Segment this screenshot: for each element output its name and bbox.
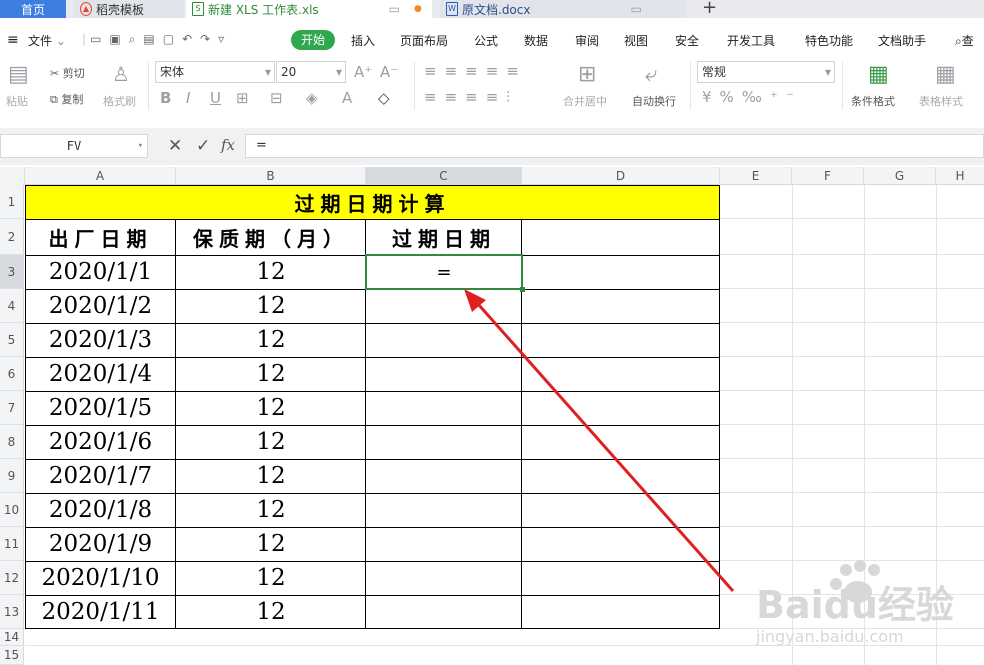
watermark-text: Baidu经验 [756, 583, 954, 627]
baidu-watermark: Baidu经验 jingyan.baidu.com [755, 560, 954, 646]
watermark-url: jingyan.baidu.com [755, 627, 904, 646]
